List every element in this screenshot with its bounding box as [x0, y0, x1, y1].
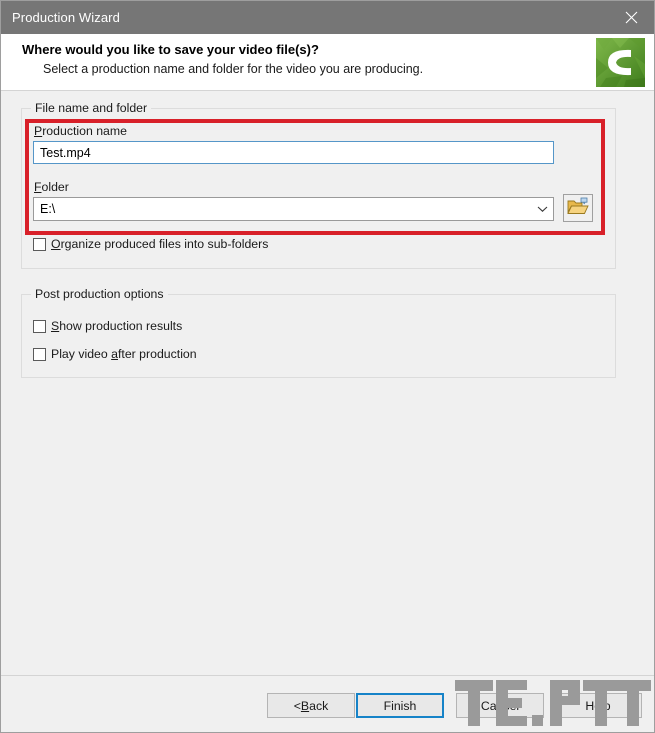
play-video-accel: a: [111, 347, 118, 361]
organize-subfolders-checkbox[interactable]: Organize produced files into sub-folders: [33, 237, 268, 251]
folder-label: Folder: [34, 180, 69, 194]
organize-subfolders-label: Organize produced files into sub-folders: [51, 237, 268, 251]
open-folder-icon: [567, 197, 589, 219]
checkbox-box[interactable]: [33, 319, 46, 333]
production-name-label: Production name: [34, 124, 127, 138]
show-results-accel: S: [51, 319, 60, 333]
folder-combobox[interactable]: E:\: [33, 197, 554, 221]
wizard-footer: < Back Finish Cancel Help: [1, 675, 654, 732]
production-name-accel: P: [34, 124, 43, 138]
checkbox-box[interactable]: [33, 347, 46, 361]
cancel-button[interactable]: Cancel: [456, 693, 544, 718]
group-legend-file-name: File name and folder: [31, 101, 152, 115]
wizard-header: Where would you like to save your video …: [1, 34, 654, 91]
production-wizard-window: Production Wizard Where would you like t…: [0, 0, 655, 733]
browse-folder-button[interactable]: [563, 194, 593, 222]
show-production-results-label: Show production results: [51, 319, 182, 333]
close-icon: [625, 11, 638, 24]
play-video-label: Play video after production: [51, 347, 197, 361]
group-legend-post-production: Post production options: [31, 287, 168, 301]
title-bar: Production Wizard: [1, 1, 654, 34]
wizard-body: File name and folder Production name Fol…: [1, 91, 654, 675]
show-production-results-checkbox[interactable]: Show production results: [33, 319, 182, 333]
close-button[interactable]: [608, 1, 654, 34]
play-video-label-prefix: Play video: [51, 347, 112, 361]
back-button[interactable]: < Back: [267, 693, 355, 718]
play-video-label-rest: fter production: [118, 347, 197, 361]
back-button-prefix: <: [293, 698, 301, 713]
folder-accel: F: [34, 180, 42, 194]
page-subtitle: Select a production name and folder for …: [43, 62, 424, 76]
show-results-label-rest: how production results: [59, 319, 183, 333]
production-name-label-rest: roduction name: [42, 124, 127, 138]
back-button-rest: ack: [309, 698, 329, 713]
checkbox-box[interactable]: [33, 237, 46, 251]
chevron-down-icon[interactable]: [531, 205, 553, 213]
camtasia-logo-icon: [596, 38, 645, 87]
play-video-after-production-checkbox[interactable]: Play video after production: [33, 347, 197, 361]
page-title: Where would you like to save your video …: [22, 42, 319, 57]
window-title: Production Wizard: [12, 10, 120, 25]
post-production-options-group: Post production options: [21, 287, 616, 378]
back-button-accel: B: [300, 698, 310, 713]
finish-button[interactable]: Finish: [356, 693, 444, 718]
organize-accel: O: [51, 237, 61, 251]
production-name-input[interactable]: [33, 141, 554, 164]
help-button[interactable]: Help: [554, 693, 642, 718]
folder-label-rest: older: [41, 180, 69, 194]
folder-combobox-value: E:\: [40, 202, 56, 216]
organize-label-rest: rganize produced files into sub-folders: [60, 237, 269, 251]
